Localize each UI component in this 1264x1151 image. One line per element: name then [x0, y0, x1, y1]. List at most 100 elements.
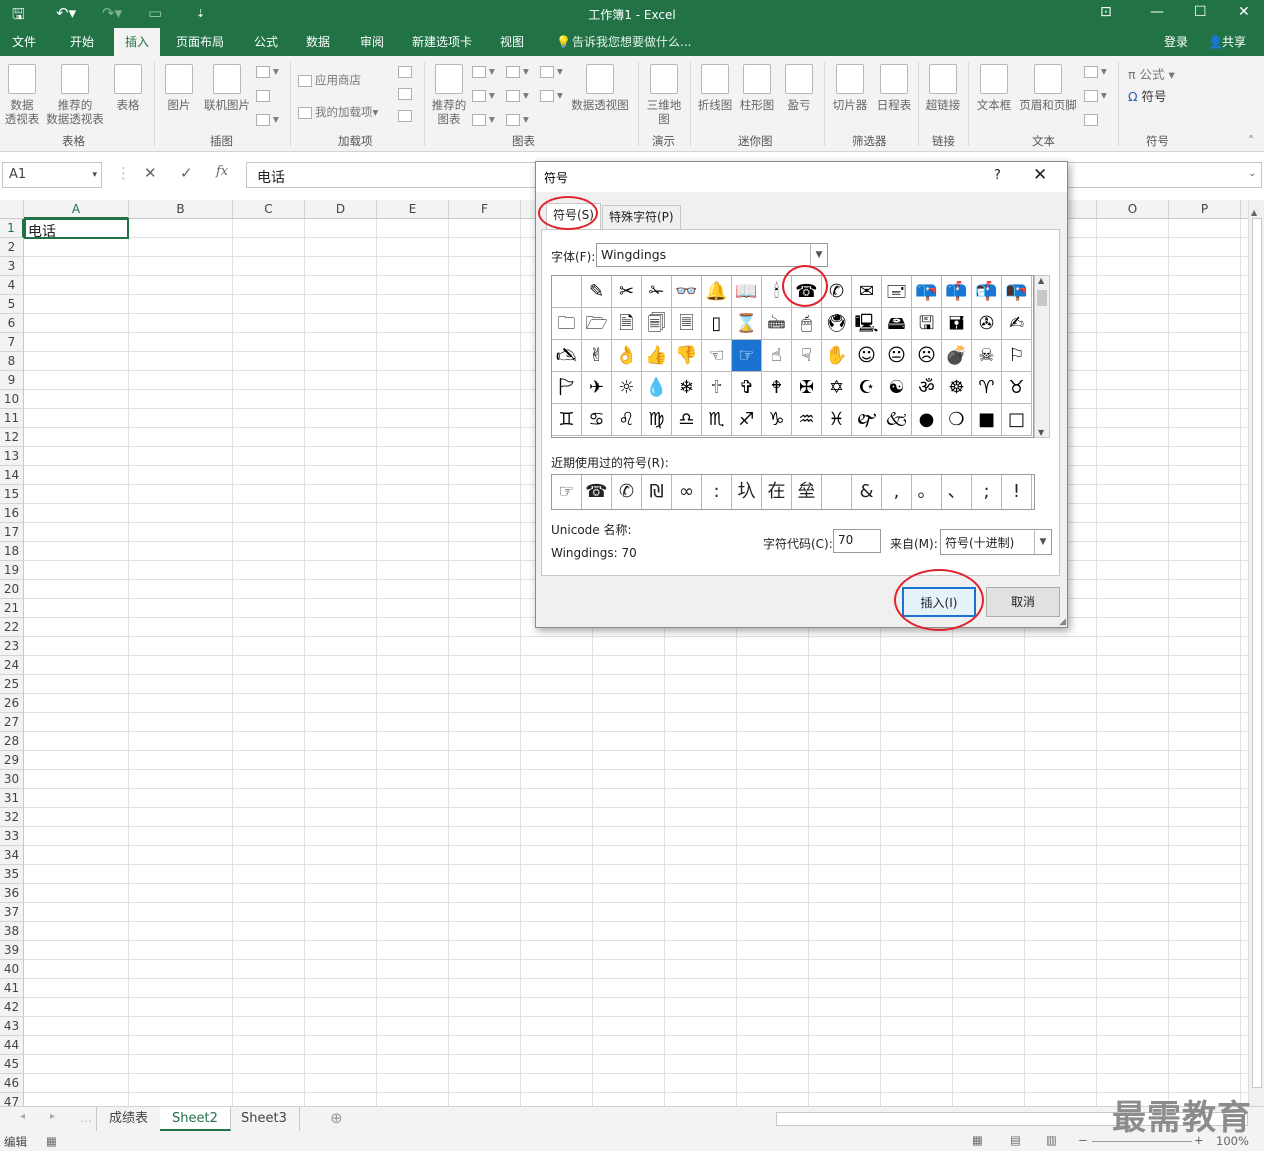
column-header-f[interactable]: F: [449, 200, 521, 219]
symbol-cell[interactable]: 📪: [912, 276, 942, 308]
column-header-b[interactable]: B: [129, 200, 233, 219]
symbol-cell[interactable]: ♊: [552, 404, 582, 436]
symbol-cell[interactable]: ■: [972, 404, 1002, 436]
row-header[interactable]: 41: [0, 979, 24, 998]
symbol-cell[interactable]: 🏱: [552, 372, 582, 404]
shapes-button[interactable]: ▾: [256, 64, 279, 78]
symbol-cell[interactable]: 🗀: [552, 308, 582, 340]
symbol-cell[interactable]: ✠: [792, 372, 822, 404]
sheet-tab-sheet2[interactable]: Sheet2: [160, 1107, 231, 1131]
row-header[interactable]: 13: [0, 447, 24, 466]
tab-special-characters[interactable]: 特殊字符(P): [602, 205, 681, 229]
sheet-tab-sheet3[interactable]: Sheet3: [229, 1107, 300, 1131]
symbol-cell[interactable]: ♈: [972, 372, 1002, 404]
row-header[interactable]: 9: [0, 371, 24, 390]
row-header[interactable]: 1: [0, 219, 24, 238]
app-store-button[interactable]: 应用商店: [298, 72, 361, 88]
recent-symbol-cell[interactable]: &: [852, 475, 882, 509]
symbol-cell[interactable]: ✁: [642, 276, 672, 308]
symbol-cell[interactable]: 🖬: [942, 308, 972, 340]
row-header[interactable]: 12: [0, 428, 24, 447]
symbol-cell[interactable]: 🙰: [852, 404, 882, 436]
3d-map-button[interactable]: 三维地 图: [644, 64, 684, 126]
row-header[interactable]: 31: [0, 789, 24, 808]
symbol-cell[interactable]: [552, 276, 582, 308]
row-header[interactable]: 40: [0, 960, 24, 979]
symbol-cell[interactable]: ☝: [762, 340, 792, 372]
recent-symbol-cell[interactable]: [822, 475, 852, 509]
row-header[interactable]: 19: [0, 561, 24, 580]
symbol-cell[interactable]: ☯: [882, 372, 912, 404]
scroll-up-icon[interactable]: ▲: [1038, 276, 1044, 285]
symbol-cell[interactable]: 👍: [642, 340, 672, 372]
symbol-cell[interactable]: ✂: [612, 276, 642, 308]
row-header[interactable]: 6: [0, 314, 24, 333]
sparkline-winloss-button[interactable]: 盈亏: [782, 64, 816, 112]
font-select[interactable]: Wingdings ▼: [596, 243, 828, 267]
column-header-q[interactable]: [1241, 200, 1248, 219]
char-code-input[interactable]: 70: [833, 529, 881, 553]
recent-symbol-cell[interactable]: 垒: [792, 475, 822, 509]
recommended-chart-button[interactable]: 推荐的 图表: [430, 64, 468, 126]
tab-insert[interactable]: 插入: [114, 28, 160, 56]
symbol-cell[interactable]: ✉: [852, 276, 882, 308]
pivot-table-button[interactable]: 数据 透视表: [4, 64, 40, 126]
symbol-cell[interactable]: 👌: [612, 340, 642, 372]
row-header[interactable]: 15: [0, 485, 24, 504]
symbol-cell[interactable]: 🔔: [702, 276, 732, 308]
page-break-view-icon[interactable]: ▥: [1046, 1133, 1057, 1147]
next-sheet-icon[interactable]: ▸: [50, 1111, 55, 1122]
symbol-cell[interactable]: 🗐: [642, 308, 672, 340]
column-header-c[interactable]: C: [233, 200, 305, 219]
symbol-cell[interactable]: ☟: [792, 340, 822, 372]
row-header[interactable]: 5: [0, 295, 24, 314]
symbol-cell[interactable]: 🖫: [912, 308, 942, 340]
line-chart-dropdown[interactable]: ▾: [472, 88, 495, 102]
symbol-cell[interactable]: ✈: [582, 372, 612, 404]
more-sheets-icon[interactable]: …: [80, 1111, 92, 1125]
row-header[interactable]: 30: [0, 770, 24, 789]
symbol-cell[interactable]: ☹: [912, 340, 942, 372]
close-icon[interactable]: ✕: [1238, 4, 1250, 20]
sparkline-column-button[interactable]: 柱形图: [738, 64, 776, 112]
scatter-chart-dropdown[interactable]: ▾: [506, 112, 529, 126]
row-header[interactable]: 8: [0, 352, 24, 371]
zoom-out-icon[interactable]: −: [1078, 1133, 1088, 1147]
recent-symbol-cell[interactable]: ☎: [582, 475, 612, 509]
symbol-cell[interactable]: ♐: [732, 404, 762, 436]
pivot-chart-button[interactable]: 数据透视图: [568, 64, 632, 112]
symbol-cell[interactable]: 👓: [672, 276, 702, 308]
row-header[interactable]: 3: [0, 257, 24, 276]
recent-symbol-cell[interactable]: ✆: [612, 475, 642, 509]
tab-view[interactable]: 视图: [496, 28, 528, 56]
zoom-slider[interactable]: [1092, 1141, 1192, 1142]
symbol-cell[interactable]: ♓: [822, 404, 852, 436]
column-header-d[interactable]: D: [305, 200, 377, 219]
recommended-pivot-button[interactable]: 推荐的 数据透视表: [44, 64, 106, 126]
symbol-cell[interactable]: ✡: [822, 372, 852, 404]
normal-view-icon[interactable]: ▦: [972, 1133, 983, 1147]
column-chart-dropdown[interactable]: ▾: [472, 64, 495, 78]
scroll-thumb[interactable]: [1037, 290, 1047, 306]
row-header[interactable]: 38: [0, 922, 24, 941]
slicer-button[interactable]: 切片器: [830, 64, 870, 112]
symbol-cell[interactable]: 🖳: [852, 308, 882, 340]
chevron-down-icon[interactable]: ▼: [1034, 530, 1051, 554]
column-header-o[interactable]: O: [1097, 200, 1169, 219]
symbol-cell[interactable]: ☼: [612, 372, 642, 404]
insert-function-button[interactable]: fx: [216, 164, 228, 179]
symbol-cell[interactable]: 📬: [972, 276, 1002, 308]
row-header[interactable]: 33: [0, 827, 24, 846]
symbol-cell[interactable]: ✍: [1002, 308, 1032, 340]
macro-record-icon[interactable]: ▦: [46, 1134, 57, 1148]
tab-home[interactable]: 开始: [66, 28, 98, 56]
row-header[interactable]: 4: [0, 276, 24, 295]
smartart-button[interactable]: [256, 88, 273, 102]
symbol-cell[interactable]: □: [1002, 404, 1032, 436]
row-header[interactable]: 10: [0, 390, 24, 409]
symbol-cell[interactable]: ❄: [672, 372, 702, 404]
symbol-cell[interactable]: ●: [912, 404, 942, 436]
scroll-thumb[interactable]: [1252, 218, 1262, 1088]
row-header[interactable]: 2: [0, 238, 24, 257]
row-header[interactable]: 7: [0, 333, 24, 352]
